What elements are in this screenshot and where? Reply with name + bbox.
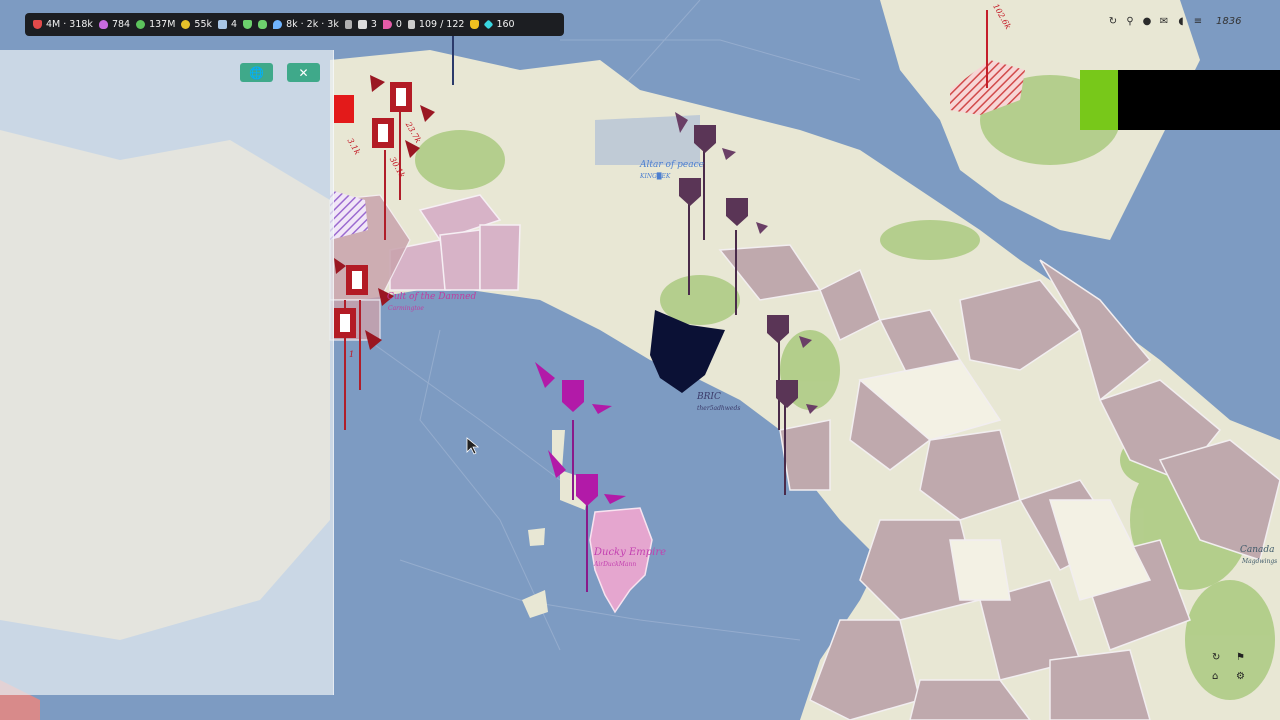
settings-icon[interactable]: ⚙ [1236,671,1254,682]
label-canada: Canada [1240,545,1275,555]
label-bric: BRIC [697,392,721,402]
chat-icon [258,20,268,29]
label-canada-owner: Magdwings [1242,558,1278,565]
shield-icon [33,20,42,29]
green-overlay-block [1080,70,1118,130]
stat-tools[interactable] [344,20,352,29]
stat-value: 160 [496,19,515,30]
trophy-icon [470,20,480,29]
stat-horn[interactable]: 0 [382,19,402,30]
refresh-icon[interactable]: ↻ [1108,16,1118,27]
label-altar-of-peace-owner: KING█EK [640,173,671,180]
side-panel [0,50,334,695]
tools-icon [344,20,352,29]
message-icon [357,20,367,29]
flame-icon [98,20,108,29]
coins-icon [181,20,191,29]
stat-value: 4 [231,19,238,30]
stat-value: 784 [111,19,131,30]
close-icon: ✕ [298,65,309,80]
stat-bots[interactable]: 4 [218,19,237,30]
resource-bar: 4M · 318k 784 137M 55k 4 8k · 2k · 3k 3 … [25,13,564,36]
stat-chat[interactable] [258,20,268,29]
notification-icon[interactable]: ◖ [1176,16,1186,27]
bank-icon[interactable]: ⌂ [1212,671,1230,682]
stat-gems[interactable]: 160 [483,19,515,30]
label-ducky-empire: Ducky Empire [594,547,667,558]
label-cult-of-the-damned: Cult of the Damned [387,292,477,302]
stat-messages[interactable]: 3 [357,19,377,30]
black-overlay-block [1118,70,1280,130]
gem-icon [483,19,494,30]
stat-units[interactable]: 109 / 122 [407,19,465,30]
menu-icon[interactable]: ≡ [1193,16,1203,27]
stat-value: 4M · 318k [46,19,93,30]
bottom-right-toolbar: ↻ ⚑ ⌂ ⚙ [1212,652,1254,682]
money-bag-icon [136,20,146,29]
label-cult-of-the-damned-owner: Carmingtoe [388,305,424,312]
stat-value: 0 [395,19,402,30]
label-altar-of-peace: Altar of peace [640,160,704,170]
rotate-icon[interactable]: ↻ [1212,652,1230,663]
chat-bubble-icon[interactable]: ● [1142,16,1152,27]
search-icon[interactable]: ⚲ [1125,16,1135,27]
label-ducky-empire-owner: AirDuckMann [594,561,637,568]
stat-trophy[interactable] [470,20,480,29]
globe-icon: 🌐 [249,65,264,80]
top-right-toolbar: ↻ ⚲ ● ✉ ◖ ≡ 1836 [1108,16,1242,27]
emblem-icon [243,20,253,29]
current-year: 1836 [1216,16,1242,27]
stat-flame[interactable]: 784 [98,19,131,30]
horn-icon [382,20,392,29]
units-icon [407,20,415,29]
stat-value: 55k [194,19,213,30]
close-panel-button[interactable]: ✕ [287,63,320,82]
stat-value: 8k · 2k · 3k [286,19,339,30]
mail-icon[interactable]: ✉ [1159,16,1169,27]
pin-icon [273,20,283,29]
stat-gold[interactable]: 55k [181,19,212,30]
stat-value: 3 [370,19,377,30]
flag-icon[interactable]: ⚑ [1236,652,1254,663]
stat-money[interactable]: 137M [136,19,175,30]
stat-value: 137M [149,19,176,30]
stat-locations[interactable]: 8k · 2k · 3k [273,19,339,30]
robot-icon [218,20,228,29]
stat-manpower[interactable]: 4M · 318k [33,19,93,30]
stat-emblem[interactable] [243,20,253,29]
globe-button[interactable]: 🌐 [240,63,273,82]
army-strength-label: 1 [349,350,355,359]
stat-value: 109 / 122 [418,19,465,30]
label-bric-owner: ther5adhweds [697,405,741,412]
